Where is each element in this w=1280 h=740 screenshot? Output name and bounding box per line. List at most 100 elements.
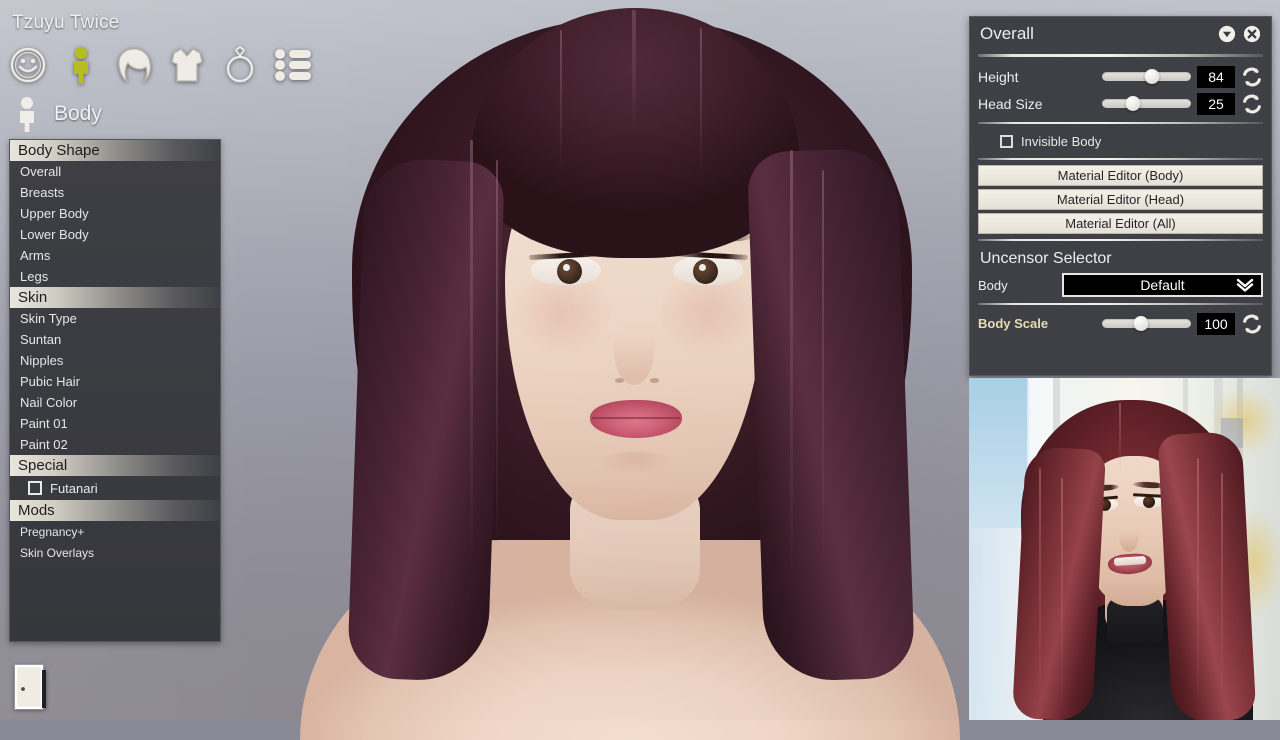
futanari-label: Futanari [50, 480, 98, 496]
character-face [505, 120, 765, 520]
sidebar-item-pregnancy-plus[interactable]: Pregnancy+ [10, 521, 220, 542]
toolbar-button-hair[interactable] [114, 45, 154, 85]
panel-divider [978, 303, 1263, 305]
character-hair-part [632, 10, 636, 130]
uncensor-selector-title: Uncensor Selector [980, 250, 1112, 267]
reset-icon[interactable] [1241, 66, 1263, 88]
height-value[interactable]: 84 [1197, 65, 1235, 88]
body-scale-value[interactable]: 100 [1197, 312, 1235, 335]
exit-button[interactable] [14, 664, 50, 710]
height-slider-knob[interactable] [1144, 69, 1160, 84]
sidebar-item-breasts[interactable]: Breasts [10, 182, 220, 203]
section-header-body-shape: Body Shape [10, 140, 220, 161]
sidebar-item-upper-body[interactable]: Upper Body [10, 203, 220, 224]
character-lips [590, 400, 682, 438]
sidebar-item-legs[interactable]: Legs [10, 266, 220, 287]
hair-strand [560, 30, 562, 170]
list-icon [275, 49, 311, 81]
main-toolbar [8, 45, 313, 85]
overall-settings-panel[interactable]: Overall Height 84 Head Size 25 Invisible… [969, 16, 1272, 376]
photo-nose [1119, 518, 1139, 552]
material-editor-body-button[interactable]: Material Editor (Body) [978, 165, 1263, 186]
photo-hair-right [1157, 430, 1257, 720]
invisible-body-row[interactable]: Invisible Body [978, 129, 1263, 153]
photo-hair-strand [1039, 468, 1041, 708]
character-name-title: Tzuyu Twice [12, 12, 120, 33]
sidebar-item-paint-02[interactable]: Paint 02 [10, 434, 220, 455]
character-hair-left [346, 157, 506, 683]
toolbar-button-body[interactable] [61, 45, 101, 85]
body-scale-slider-track[interactable] [1102, 316, 1191, 331]
panel-window-controls [1218, 25, 1261, 43]
door-icon [14, 664, 46, 710]
iris-right [693, 259, 718, 284]
eye-glint-left [563, 264, 570, 271]
character-nostril-left [615, 378, 624, 383]
current-category-row: Body [10, 96, 102, 132]
chevron-down-circle-icon[interactable] [1218, 25, 1236, 43]
body-icon [20, 97, 34, 132]
hair-strand [496, 160, 498, 560]
character-nose [614, 315, 654, 385]
head-size-value[interactable]: 25 [1197, 92, 1235, 115]
head-size-slider-track[interactable] [1102, 96, 1191, 111]
head-size-label: Head Size [978, 95, 1043, 112]
sidebar-item-suntan[interactable]: Suntan [10, 329, 220, 350]
toolbar-button-list[interactable] [273, 45, 313, 85]
sidebar-item-arms[interactable]: Arms [10, 245, 220, 266]
shirt-icon [171, 48, 203, 82]
character-face-shading [505, 120, 765, 520]
panel-title-row: Overall [978, 17, 1263, 51]
close-circle-icon[interactable] [1243, 25, 1261, 43]
sidebar-item-lower-body[interactable]: Lower Body [10, 224, 220, 245]
section-header-skin: Skin [10, 287, 220, 308]
sidebar-item-skin-overlays[interactable]: Skin Overlays [10, 542, 220, 563]
sidebar-item-nail-color[interactable]: Nail Color [10, 392, 220, 413]
height-slider-track[interactable] [1102, 69, 1191, 84]
height-label: Height [978, 68, 1019, 85]
body-icon [74, 47, 88, 84]
toolbar-button-face[interactable] [8, 45, 48, 85]
hair-icon [118, 48, 151, 83]
reset-icon[interactable] [1241, 93, 1263, 115]
character-eye-left [531, 255, 601, 285]
sidebar-item-paint-01[interactable]: Paint 01 [10, 413, 220, 434]
uncensor-body-selected-value: Default [1140, 277, 1185, 293]
uncensor-body-dropdown[interactable]: Default [1062, 273, 1263, 297]
sidebar-item-nipples[interactable]: Nipples [10, 350, 220, 371]
material-editor-head-button[interactable]: Material Editor (Head) [978, 189, 1263, 210]
character-eye-right [673, 255, 743, 285]
character-neck [570, 470, 700, 610]
body-scale-slider-knob[interactable] [1133, 316, 1149, 331]
toolbar-button-accessory[interactable] [220, 45, 260, 85]
panel-divider [978, 122, 1263, 124]
character-nostril-right [650, 378, 659, 383]
eye-glint-right [699, 264, 706, 271]
iris-left [557, 259, 582, 284]
body-scale-label: Body Scale [978, 316, 1049, 331]
panel-title: Overall [980, 24, 1034, 43]
character-eyeliner-right [671, 251, 749, 260]
sidebar-item-overall[interactable]: Overall [10, 161, 220, 182]
head-size-slider-row: Head Size 25 [978, 90, 1263, 117]
panel-divider [978, 54, 1263, 57]
panel-divider [978, 239, 1263, 241]
height-slider-row: Height 84 [978, 63, 1263, 90]
photo-hair-strand [1221, 473, 1223, 703]
face-icon [10, 47, 46, 83]
toolbar-button-clothes[interactable] [167, 45, 207, 85]
invisible-body-checkbox[interactable] [1000, 134, 1013, 148]
futanari-checkbox-row[interactable]: Futanari [10, 476, 220, 500]
hair-strand [822, 170, 824, 570]
reset-icon[interactable] [1241, 313, 1263, 335]
sidebar-item-skin-type[interactable]: Skin Type [10, 308, 220, 329]
futanari-checkbox[interactable] [28, 481, 42, 495]
sidebar-item-pubic-hair[interactable]: Pubic Hair [10, 371, 220, 392]
ring-icon [226, 46, 254, 83]
material-editor-all-button[interactable]: Material Editor (All) [978, 213, 1263, 234]
chevron-down-icon [1236, 278, 1254, 292]
head-size-slider-knob[interactable] [1125, 96, 1141, 111]
body-options-sidebar[interactable]: Body Shape Overall Breasts Upper Body Lo… [9, 139, 221, 642]
character-chin-shading [598, 452, 674, 474]
hair-strand [700, 28, 702, 178]
